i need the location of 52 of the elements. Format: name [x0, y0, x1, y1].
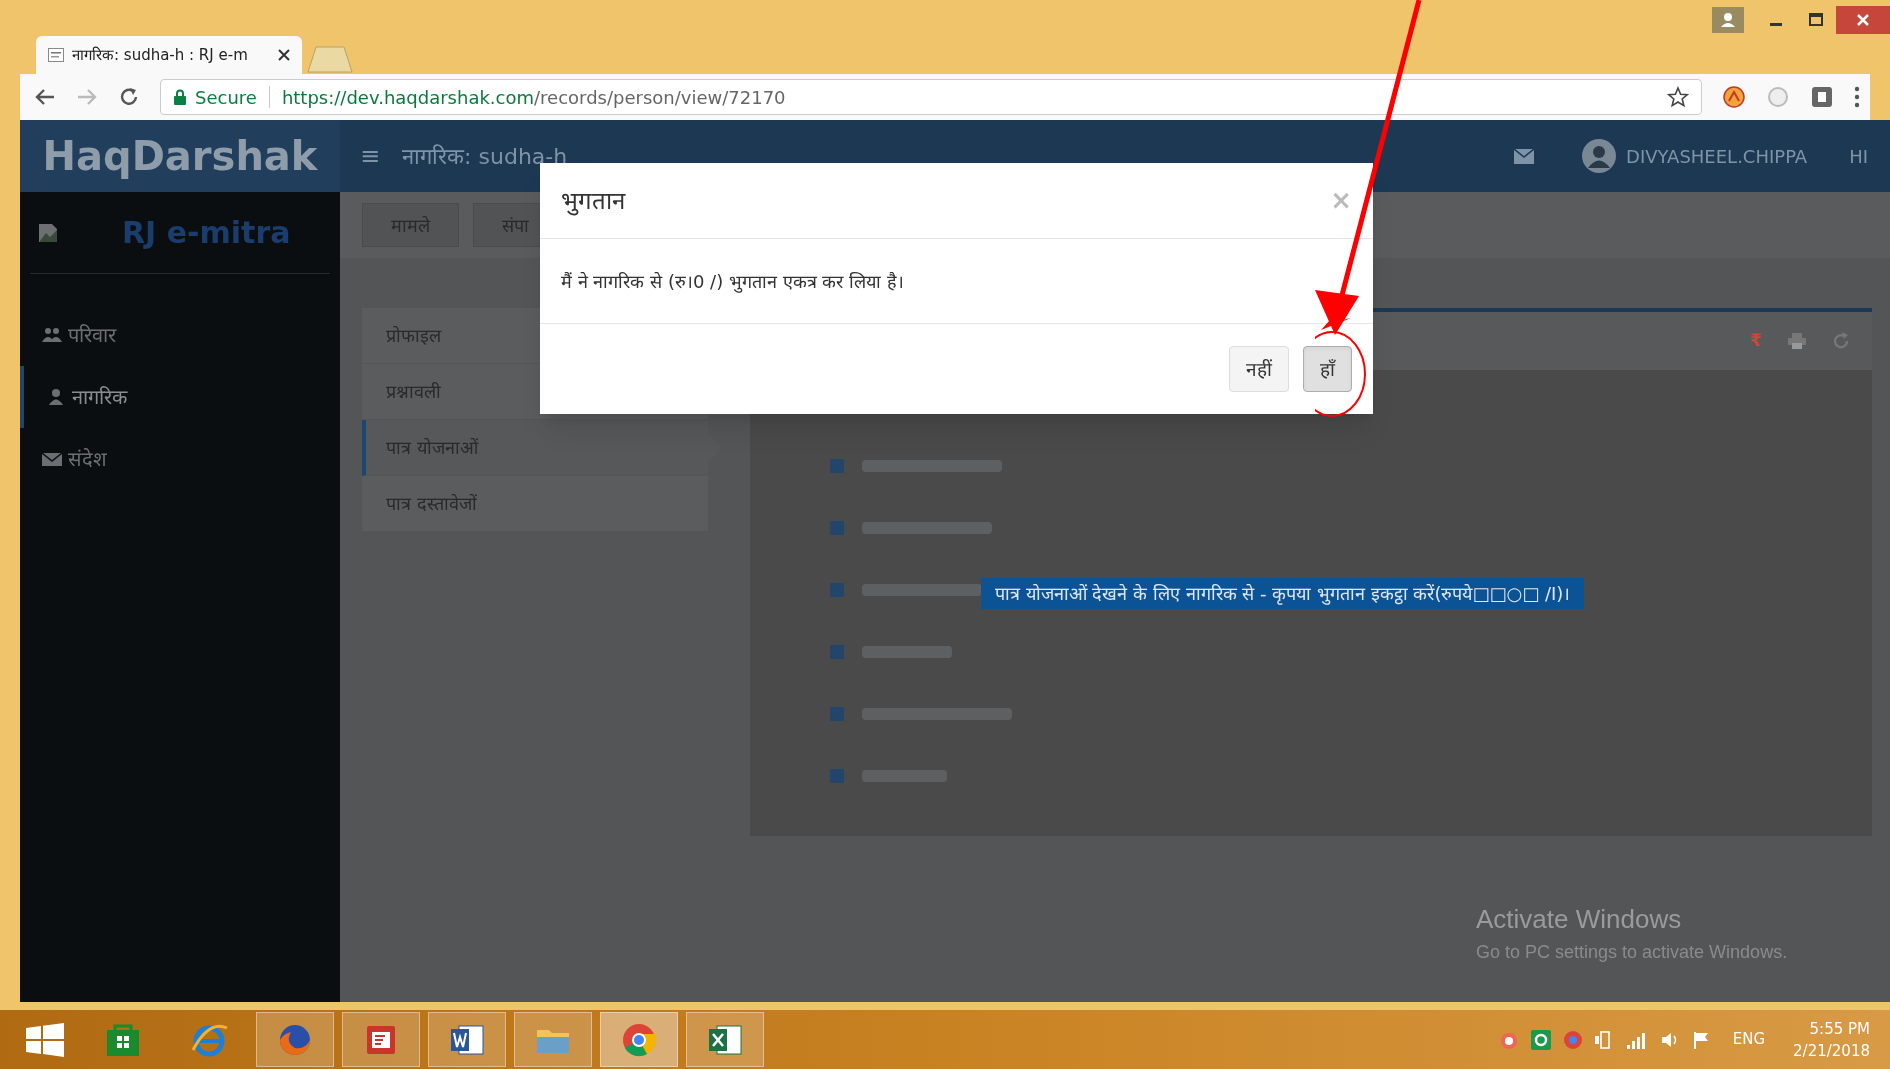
taskbar-button[interactable]: [686, 1012, 764, 1067]
taskbar-button[interactable]: [428, 1012, 506, 1067]
url-text: https://dev.haqdarshak.com/records/person/view/72170: [281, 85, 787, 110]
menu-icon[interactable]: [1854, 86, 1860, 108]
language-toggle[interactable]: HI: [1849, 142, 1868, 170]
start-icon[interactable]: [26, 1022, 64, 1057]
page-title: नागरिक: sudha-h: [402, 142, 568, 171]
dialog-button[interactable]: हाँ: [1303, 346, 1352, 392]
taskbar-button[interactable]: [342, 1012, 420, 1067]
close-icon[interactable]: [278, 49, 290, 61]
secure-label: Secure: [195, 85, 257, 110]
extension-icon[interactable]: [1810, 85, 1834, 109]
language-indicator[interactable]: ENG: [1732, 1028, 1766, 1051]
close-button[interactable]: ×: [1330, 181, 1352, 220]
tray-app-icon[interactable]: [1530, 1029, 1551, 1050]
notice-banner: पात्र योजनाओं देखने के लिए नागरिक से - कृपया भुगतान इकट्ठा करें(रुपये□□○□ /I)।: [981, 578, 1585, 609]
avatar-icon[interactable]: [1582, 139, 1616, 173]
dialog-title: भुगतान: [561, 185, 627, 218]
broken-image-icon: [38, 222, 58, 243]
list-bullet-icon: [830, 583, 844, 597]
dialog-button[interactable]: नहीं: [1229, 346, 1289, 392]
mail-icon[interactable]: [1514, 148, 1534, 164]
dialog-message: मैं ने नागरिक से (रु।0 /) भुगतान एकत्र कर लिया है।: [561, 269, 904, 295]
activation-title: Activate Windows: [1476, 903, 1683, 936]
print-icon[interactable]: [1788, 333, 1806, 349]
taskbar-button[interactable]: [256, 1012, 334, 1067]
sidebar-item[interactable]: नागरिक: [20, 366, 340, 428]
address-field[interactable]: Secure https://dev.haqdarshak.com/records/person/view/72170: [160, 79, 1702, 115]
list-bullet-icon: [830, 521, 844, 535]
org-name: RJ e-mitra: [122, 214, 291, 252]
list-bullet-icon: [830, 459, 844, 473]
sidebar-item[interactable]: परिवार: [20, 304, 340, 366]
taskbar-button[interactable]: [600, 1012, 678, 1067]
menu-button[interactable]: ≡: [360, 138, 381, 174]
reload-icon[interactable]: [118, 86, 140, 108]
user-name[interactable]: DIVYASHEEL.CHIPPA: [1626, 142, 1808, 170]
mail-icon: [42, 450, 62, 468]
user-icon: [46, 388, 66, 406]
browser-tab[interactable]: नागरिक: sudha-h : RJ e-m: [36, 36, 302, 74]
sidebar-item[interactable]: संदेश: [20, 428, 340, 490]
users-icon: [42, 326, 62, 344]
clock[interactable]: 5:55 PM 2/21/2018: [1793, 1017, 1870, 1062]
list-bullet-icon: [830, 707, 844, 721]
extension-icon[interactable]: [1722, 85, 1746, 109]
user-icon[interactable]: [1712, 7, 1744, 33]
page-icon: [48, 48, 64, 62]
star-icon[interactable]: [1667, 86, 1689, 108]
back-icon[interactable]: [34, 87, 56, 107]
lock-icon: [173, 89, 187, 105]
list-bullet-icon: [830, 769, 844, 783]
flag-icon[interactable]: [1692, 1030, 1711, 1049]
list-bullet-icon: [830, 645, 844, 659]
